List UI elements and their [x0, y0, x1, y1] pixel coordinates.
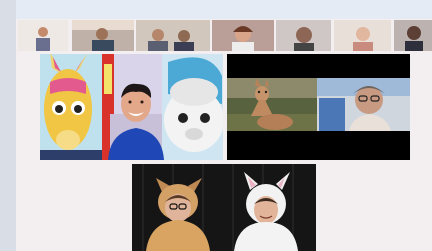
participant-thumbnail[interactable]: [136, 20, 210, 51]
screen-bezel: [0, 0, 16, 251]
participant-thumbnail[interactable]: [276, 20, 331, 51]
video-tile-presenter[interactable]: [40, 54, 223, 160]
video-tile-costumes[interactable]: [132, 164, 316, 251]
presenter-video-frame: [40, 54, 223, 160]
participant-thumbnail[interactable]: [334, 20, 391, 51]
participant-thumbnail[interactable]: [72, 20, 134, 51]
window-top-bar: [0, 0, 432, 19]
costume-video-frame: [132, 164, 316, 251]
llama-background-frame: [227, 54, 410, 160]
participant-thumbnail[interactable]: [212, 20, 274, 51]
participant-thumbnail-strip: [18, 20, 432, 51]
video-call-window: [0, 0, 432, 251]
video-tile-llama-background[interactable]: [227, 54, 410, 160]
participant-thumbnail[interactable]: [394, 20, 432, 51]
participant-thumbnail[interactable]: [18, 20, 68, 51]
